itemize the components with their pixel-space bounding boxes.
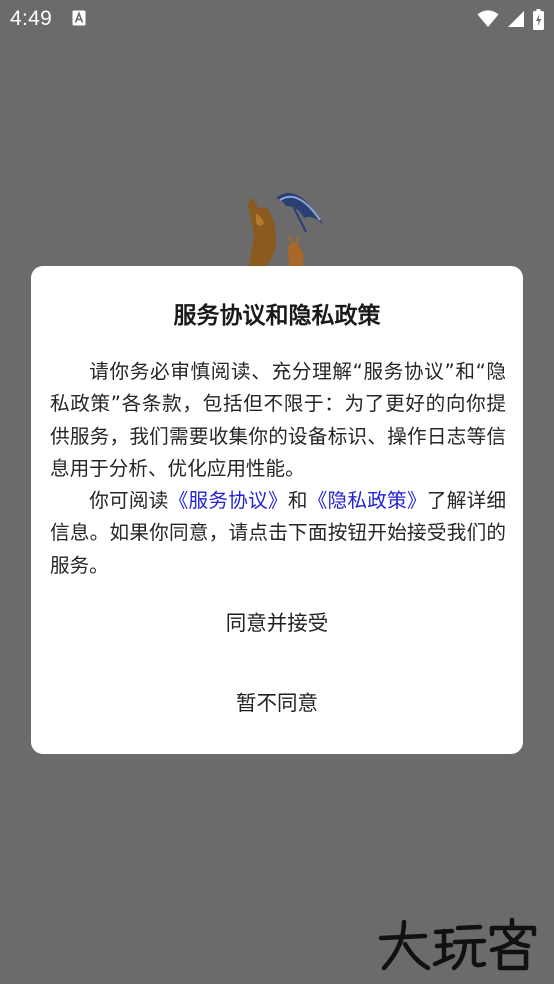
- status-icons: [477, 8, 544, 30]
- screen: 4:49 服务协议和隐私政策 请你务必审慎阅读、充分理解“服务协议”和“隐私政策…: [0, 0, 554, 984]
- dialog-title: 服务协议和隐私政策: [173, 303, 381, 329]
- dialog-paragraph-links: 你可阅读《服务协议》和《隐私政策》了解详细信息。如果你同意，请点击下面按钮开始接…: [50, 485, 506, 582]
- links-and-text: 和: [287, 489, 308, 513]
- accessibility-app-icon: [72, 10, 86, 26]
- kangaroo-umbrella-logo: [246, 192, 324, 274]
- dialog-paragraph-intro: 请你务必审慎阅读、充分理解“服务协议”和“隐私政策”各条款，包括但不限于：为了更…: [50, 360, 506, 480]
- links-prefix-text: 你可阅读: [89, 489, 169, 513]
- wifi-icon: [477, 10, 499, 27]
- disagree-button[interactable]: 暂不同意: [31, 686, 523, 716]
- watermark-logo: [378, 917, 537, 971]
- status-time: 4:49: [10, 7, 53, 30]
- cellular-signal-icon: [508, 11, 524, 27]
- service-agreement-link[interactable]: 《服务协议》: [169, 489, 288, 512]
- dialog-body: 请你务必审慎阅读、充分理解“服务协议”和“隐私政策”各条款，包括但不限于：为了更…: [50, 356, 506, 582]
- privacy-dialog: 服务协议和隐私政策 请你务必审慎阅读、充分理解“服务协议”和“隐私政策”各条款，…: [31, 266, 523, 754]
- status-bar: 4:49: [0, 0, 554, 38]
- agree-button[interactable]: 同意并接受: [31, 606, 523, 636]
- privacy-policy-link[interactable]: 《隐私政策》: [308, 489, 427, 512]
- battery-charging-icon: [533, 8, 544, 30]
